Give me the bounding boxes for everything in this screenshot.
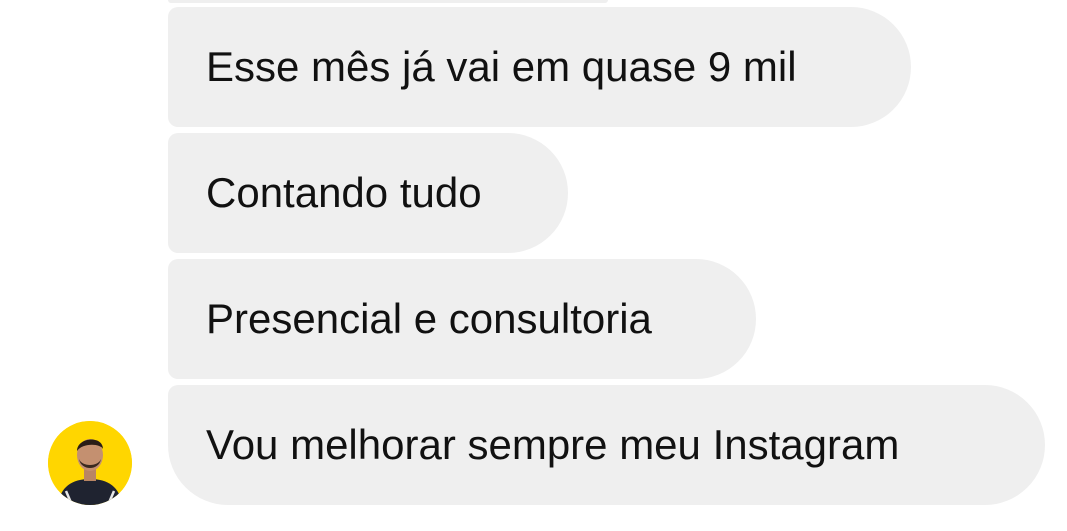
- message-bubble[interactable]: Presencial e consultoria: [168, 259, 756, 379]
- previous-message-edge: [168, 0, 608, 3]
- message-bubble[interactable]: Vou melhorar sempre meu Instagram: [168, 385, 1045, 505]
- chat-thread: Esse mês já vai em quase 9 mil Contando …: [0, 0, 1067, 531]
- person-avatar-icon: [48, 421, 132, 505]
- message-bubble[interactable]: Esse mês já vai em quase 9 mil: [168, 7, 911, 127]
- message-text: Vou melhorar sempre meu Instagram: [206, 421, 900, 468]
- message-bubble[interactable]: Contando tudo: [168, 133, 568, 253]
- message-text: Esse mês já vai em quase 9 mil: [206, 43, 797, 90]
- message-text: Presencial e consultoria: [206, 295, 652, 342]
- message-text: Contando tudo: [206, 169, 482, 216]
- sender-avatar[interactable]: [48, 421, 132, 505]
